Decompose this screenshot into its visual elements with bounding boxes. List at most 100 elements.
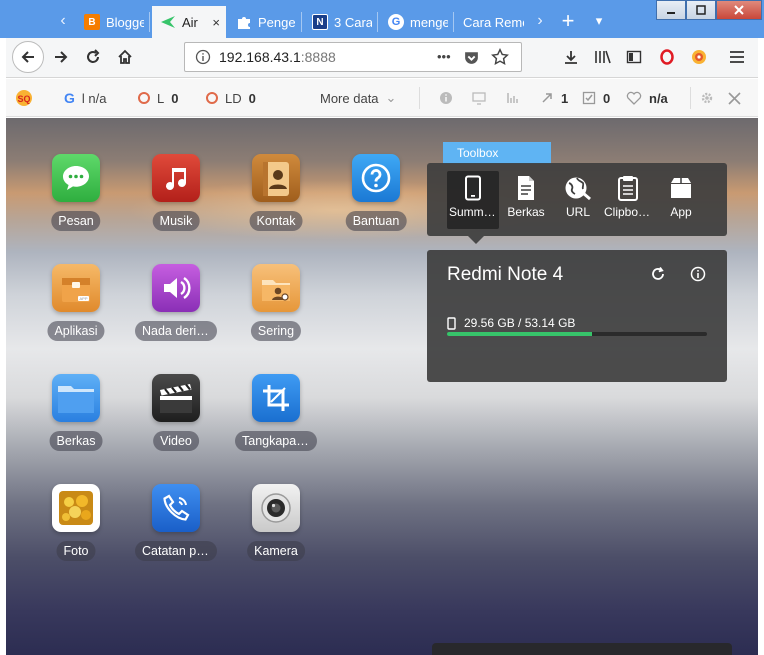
app-label: Sering [250, 321, 302, 341]
toolbox-item-label: Berkas [507, 205, 545, 219]
crop-icon [252, 374, 300, 422]
external-links-item[interactable]: 1 [540, 79, 568, 117]
links-circle-icon [138, 92, 150, 104]
page-analysis-icon[interactable] [472, 79, 486, 117]
new-tab-button[interactable]: + [555, 6, 581, 36]
toolbox-summary-button[interactable]: Summary [447, 171, 499, 229]
maximize-icon[interactable] [686, 0, 716, 20]
menu-hamburger-icon[interactable] [722, 42, 752, 72]
app-nada-dering[interactable]: Nada dering [131, 264, 221, 354]
info-icon[interactable] [439, 79, 453, 117]
checked-item[interactable]: 0 [582, 79, 610, 117]
tab-blogger[interactable]: B Blogge [76, 6, 150, 38]
domains-circle-icon [206, 92, 218, 104]
info-icon[interactable] [688, 264, 708, 284]
toolbox-app-button[interactable]: App [655, 171, 707, 229]
bottom-panel-edge [432, 643, 732, 655]
tab-list-chevron-icon[interactable]: ▾ [588, 6, 610, 36]
svg-text:SQ: SQ [17, 94, 30, 104]
globe-icon [552, 171, 604, 205]
back-button[interactable] [12, 41, 44, 73]
toolbox-panel: Summary Berkas URL Clipboard App [427, 163, 727, 236]
app-kontak[interactable]: Kontak [231, 154, 321, 244]
app-foto[interactable]: Foto [31, 484, 121, 574]
toolbox-item-label: Summary [449, 205, 499, 219]
settings-gear-icon[interactable] [700, 79, 714, 117]
tabs-scroll-right-icon[interactable]: › [529, 6, 551, 36]
app-label: Nada dering [135, 321, 217, 341]
address-bar[interactable]: 192.168.43.1:8888 ••• [184, 42, 522, 72]
refresh-icon[interactable] [648, 264, 668, 284]
app-tangkapan-layar[interactable]: Tangkapan layar [231, 374, 321, 464]
opera-icon[interactable] [652, 42, 682, 72]
call-log-icon [152, 484, 200, 532]
tab-cara-remo[interactable]: Cara Remo [456, 6, 530, 38]
page-info-icon[interactable] [195, 49, 211, 70]
linking-domains-item[interactable]: LD 0 [206, 79, 256, 117]
forward-button[interactable] [46, 42, 76, 72]
page-actions-icon[interactable]: ••• [437, 49, 451, 64]
device-summary-card: Redmi Note 4 29.56 GB / 53.14 GB [427, 250, 727, 382]
more-data-dropdown[interactable]: More data ⌄ [320, 79, 396, 117]
window-controls [656, 0, 762, 20]
toolbox-item-label: URL [565, 205, 590, 219]
app-video[interactable]: Video [131, 374, 221, 464]
more-data-label: More data [320, 90, 379, 106]
ringtone-icon [152, 264, 200, 312]
tab-google[interactable]: G menge [380, 6, 454, 38]
reload-button[interactable] [78, 42, 108, 72]
toolbox-url-button[interactable]: URL [552, 171, 604, 229]
toolbox-header[interactable]: Toolbox [443, 142, 551, 164]
downloads-icon[interactable] [556, 42, 586, 72]
url-text: 192.168.43.1:8888 [219, 49, 336, 65]
links-value: 0 [171, 90, 179, 106]
toolbox-item-label: App [670, 205, 692, 219]
n-icon: N [312, 14, 328, 30]
heart-rate-value: n/a [649, 90, 668, 106]
app-berkas[interactable]: Berkas [31, 374, 121, 464]
airdroid-icon [160, 14, 176, 30]
app-musik[interactable]: Musik [131, 154, 221, 244]
app-label: Kontak [249, 211, 303, 231]
tab-label: Air [182, 14, 198, 30]
library-icon[interactable] [588, 42, 618, 72]
navigation-bar: 192.168.43.1:8888 ••• [6, 38, 758, 78]
puzzle-icon [236, 14, 252, 30]
heart-rate-item[interactable]: n/a [626, 79, 668, 117]
google-index-item[interactable]: G l n/a [64, 79, 106, 117]
browser-tab-strip: ‹ B Blogge Air × Penge N 3 Cara G menge … [0, 0, 764, 38]
close-window-icon[interactable] [716, 0, 762, 20]
phone-icon [447, 171, 499, 205]
app-pesan[interactable]: Pesan [31, 154, 121, 244]
tabs-scroll-left-icon[interactable]: ‹ [52, 6, 74, 36]
links-item[interactable]: L 0 [138, 79, 178, 117]
app-aplikasi[interactable]: APP Aplikasi [31, 264, 121, 354]
app-catatan-panggilan[interactable]: Catatan panggilan [131, 484, 221, 574]
file-icon [500, 171, 552, 205]
storage-progress-fill [447, 332, 592, 336]
home-button[interactable] [110, 42, 140, 72]
seoquake-logo-icon[interactable]: SQ [14, 79, 34, 117]
minimize-icon[interactable] [656, 0, 686, 20]
tab-airdroid[interactable]: Air × [152, 6, 226, 38]
app-sering[interactable]: Sering [231, 264, 321, 354]
help-icon [352, 154, 400, 202]
sidebar-icon[interactable] [619, 42, 649, 72]
extension-addon-icon[interactable] [684, 42, 714, 72]
music-icon [152, 154, 200, 202]
tab-3-cara[interactable]: N 3 Cara [304, 6, 378, 38]
pocket-icon[interactable] [463, 49, 480, 71]
app-bantuan[interactable]: Bantuan [331, 154, 421, 244]
app-label: Aplikasi [47, 321, 105, 341]
toolbox-clipboard-button[interactable]: Clipboard [602, 171, 654, 229]
close-tab-icon[interactable]: × [212, 15, 220, 30]
bookmark-star-icon[interactable] [491, 47, 509, 71]
chevron-down-icon: ⌄ [385, 90, 397, 105]
app-label: Foto [56, 541, 96, 561]
density-icon[interactable] [506, 79, 520, 117]
google-icon: G [388, 14, 404, 30]
close-toolbar-icon[interactable] [728, 79, 741, 117]
app-kamera[interactable]: Kamera [231, 484, 321, 574]
toolbox-berkas-button[interactable]: Berkas [500, 171, 552, 229]
tab-extension[interactable]: Penge [228, 6, 302, 38]
